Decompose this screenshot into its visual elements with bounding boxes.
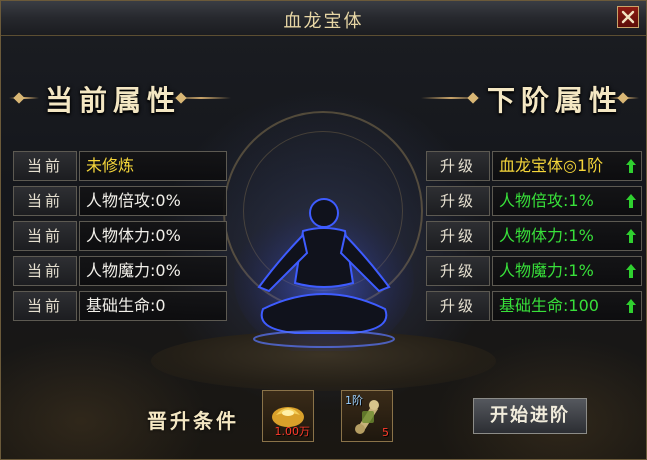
next-value: 血龙宝体◎1阶 [492,151,642,181]
current-tag: 当前 [13,291,77,321]
current-value: 人物倍攻:0% [79,186,227,216]
current-tag: 当前 [13,186,77,216]
next-attributes-heading: 下阶属性 [487,86,624,117]
upgrade-tag: 升级 [426,256,490,286]
close-icon [621,10,635,24]
current-value: 人物魔力:0% [79,256,227,286]
gold-cost-slot[interactable]: 1.00万 [262,390,314,442]
material-tier-badge: 1阶 [345,394,363,407]
up-arrow-icon [626,194,636,208]
up-arrow-icon [626,264,636,278]
up-arrow-icon [626,299,636,313]
next-row: 升级 基础生命:100 [426,291,642,321]
window-title: 血龙宝体 [283,11,364,31]
current-row: 当前 基础生命:0 [13,291,227,321]
meditating-figure [234,198,414,351]
start-advance-button[interactable]: 开始进阶 [473,398,587,434]
next-row: 升级 人物体力:1% [426,221,642,251]
promotion-conditions-label: 晋升条件 [147,409,239,433]
next-value: 人物倍攻:1% [492,186,642,216]
current-tag: 当前 [13,256,77,286]
current-value: 人物体力:0% [79,221,227,251]
current-tag: 当前 [13,151,77,181]
current-row: 当前 人物倍攻:0% [13,186,227,216]
close-button[interactable] [617,6,639,28]
next-value: 基础生命:100 [492,291,642,321]
up-arrow-icon [626,159,636,173]
next-row: 升级 人物倍攻:1% [426,186,642,216]
next-value: 人物魔力:1% [492,256,642,286]
current-tag: 当前 [13,221,77,251]
heading-diamond [467,92,479,104]
blood-dragon-body-panel: 血龙宝体 当前属性 下阶属性 当前 未修炼 当前 人物倍攻:0% 当前 人物体力… [0,0,647,460]
next-row: 升级 人物魔力:1% [426,256,642,286]
upgrade-tag: 升级 [426,221,490,251]
current-row: 当前 人物体力:0% [13,221,227,251]
title-bar: 血龙宝体 [1,1,646,36]
upgrade-tag: 升级 [426,151,490,181]
current-value: 基础生命:0 [79,291,227,321]
up-arrow-icon [626,229,636,243]
current-attributes-heading: 当前属性 [45,86,182,117]
upgrade-tag: 升级 [426,186,490,216]
material-cost-slot[interactable]: 1阶 5 [341,390,393,442]
current-row: 当前 未修炼 [13,151,227,181]
next-row: 升级 血龙宝体◎1阶 [426,151,642,181]
upgrade-tag: 升级 [426,291,490,321]
current-value: 未修炼 [79,151,227,181]
current-row: 当前 人物魔力:0% [13,256,227,286]
gold-cost-amount: 1.00万 [274,425,311,438]
next-value: 人物体力:1% [492,221,642,251]
material-cost-amount: 5 [382,426,389,439]
heading-diamond [13,92,25,104]
